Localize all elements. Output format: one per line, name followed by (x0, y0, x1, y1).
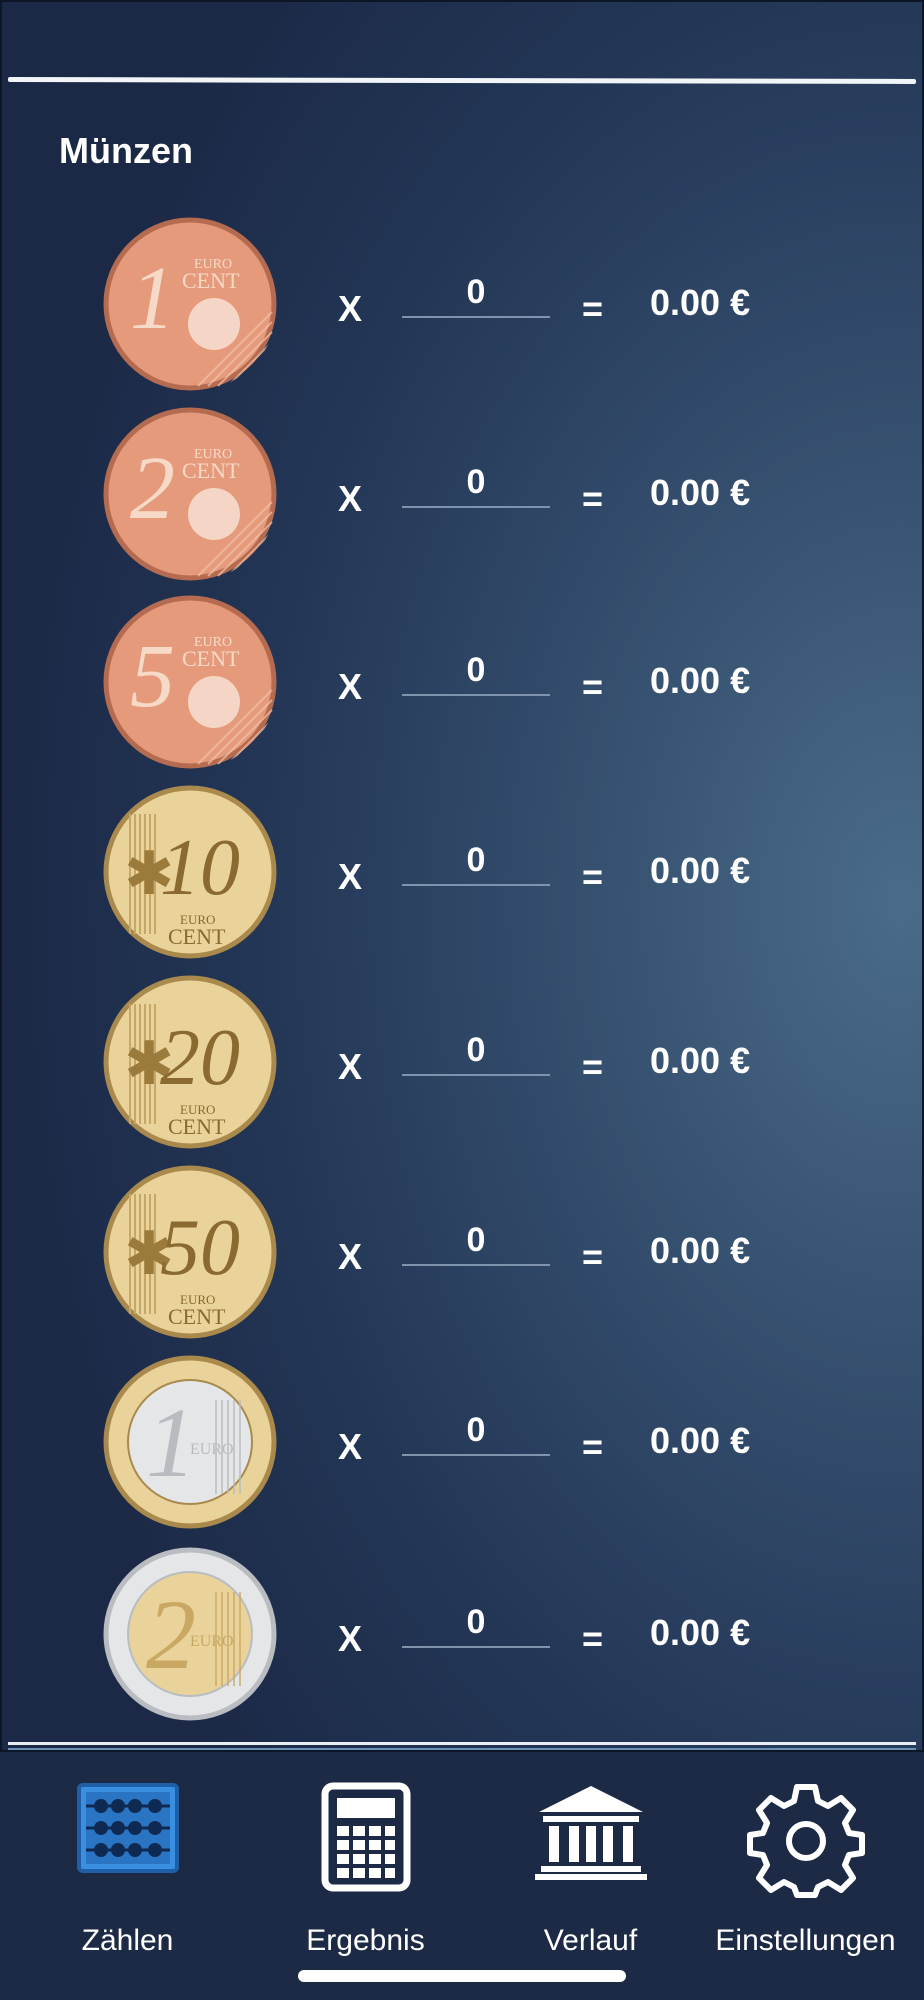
equals-symbol: = (582, 1618, 604, 1659)
bottom-divider-accent (8, 1748, 916, 1750)
coin-subtotal: 0.00 € (650, 1612, 751, 1653)
svg-text:5: 5 (130, 627, 175, 726)
svg-text:CENT: CENT (182, 646, 240, 671)
multiply-symbol: X (338, 478, 363, 519)
coin-subtotal: 0.00 € (650, 472, 751, 513)
coin-50-cent-icon: ✱ 50 EURO CENT (102, 1164, 278, 1340)
top-divider (7, 77, 917, 84)
quantity-input[interactable] (402, 1026, 550, 1076)
tab-einstellungen[interactable]: Einstellungen (690, 1782, 921, 1962)
multiply-symbol: X (338, 1236, 363, 1277)
bottom-divider (8, 1742, 916, 1745)
svg-text:2: 2 (130, 439, 175, 538)
coin-2-euro-icon: 2 EURO (102, 1546, 278, 1722)
coin-1-cent-icon: 1 EURO CENT (102, 216, 278, 392)
gear-icon (746, 1782, 865, 1905)
coin-row: 5EUROCENT X = 0.00 € (2, 590, 924, 770)
coin-10-cent-icon: ✱ 10 EURO CENT (102, 784, 278, 960)
screen-background: Münzen 1EUROCENTX=0.00 €2EUROCENTX=0.00 … (0, 0, 924, 1752)
multiply-symbol: X (338, 1426, 363, 1467)
svg-text:CENT: CENT (182, 458, 240, 483)
multiply-symbol: X (338, 1618, 363, 1659)
svg-text:1: 1 (146, 1387, 196, 1498)
section-title: Münzen (59, 130, 193, 171)
coin-subtotal: 0.00 € (650, 282, 751, 323)
coin-subtotal: 0.00 € (650, 1230, 751, 1271)
coin-row: 1EURO X = 0.00 € (2, 1350, 924, 1530)
equals-symbol: = (582, 1236, 604, 1277)
coin-row: ✱10EUROCENT X = 0.00 € (2, 780, 924, 960)
multiply-symbol: X (338, 1046, 363, 1087)
coin-row: 1EUROCENT X = 0.00 € (2, 212, 924, 392)
svg-text:2: 2 (146, 1579, 196, 1690)
tab-ergebnis[interactable]: Ergebnis (250, 1782, 481, 1962)
quantity-input[interactable] (402, 268, 550, 318)
equals-symbol: = (582, 666, 604, 707)
quantity-input[interactable] (402, 1406, 550, 1456)
coin-5-cent-icon: 5 EURO CENT (102, 594, 278, 770)
coin-subtotal: 0.00 € (650, 1420, 751, 1461)
svg-text:CENT: CENT (168, 1304, 226, 1329)
tab-bar: Zählen Ergebnis Verlauf Einstellungen (0, 1752, 924, 2000)
coin-2-cent-icon: 2 EURO CENT (102, 406, 278, 582)
quantity-input[interactable] (402, 836, 550, 886)
coin-subtotal: 0.00 € (650, 1040, 751, 1081)
svg-text:20: 20 (160, 1014, 240, 1102)
svg-text:50: 50 (160, 1204, 240, 1292)
tab-label-ergebnis: Ergebnis (306, 1924, 425, 1957)
svg-text:1: 1 (130, 249, 175, 348)
tab-label-einstellungen: Einstellungen (715, 1924, 896, 1957)
bank-icon (533, 1782, 649, 1887)
multiply-symbol: X (338, 288, 363, 329)
svg-text:CENT: CENT (182, 268, 240, 293)
multiply-symbol: X (338, 856, 363, 897)
quantity-input[interactable] (402, 1216, 550, 1266)
equals-symbol: = (582, 1426, 604, 1467)
abacus-icon (76, 1782, 180, 1879)
svg-text:CENT: CENT (168, 924, 226, 949)
quantity-input[interactable] (402, 646, 550, 696)
tab-verlauf[interactable]: Verlauf (475, 1782, 706, 1962)
home-indicator (298, 1970, 626, 1982)
coin-row: 2EUROCENT X = 0.00 € (2, 402, 924, 582)
svg-text:CENT: CENT (168, 1114, 226, 1139)
coin-1-euro-icon: 1 EURO (102, 1354, 278, 1530)
tab-label-zaehlen: Zählen (81, 1924, 174, 1957)
equals-symbol: = (582, 856, 604, 897)
quantity-input[interactable] (402, 1598, 550, 1648)
coin-row: ✱20EUROCENT X = 0.00 € (2, 970, 924, 1150)
multiply-symbol: X (338, 666, 363, 707)
equals-symbol: = (582, 1046, 604, 1087)
coin-row: 2EURO X = 0.00 € (2, 1542, 924, 1722)
coin-row: ✱50EUROCENT X = 0.00 € (2, 1160, 924, 1340)
coin-subtotal: 0.00 € (650, 850, 751, 891)
equals-symbol: = (582, 288, 604, 329)
tab-zaehlen[interactable]: Zählen (12, 1782, 243, 1962)
quantity-input[interactable] (402, 458, 550, 508)
svg-text:10: 10 (160, 824, 240, 912)
calculator-icon (321, 1782, 411, 1897)
coin-subtotal: 0.00 € (650, 660, 751, 701)
tab-label-verlauf: Verlauf (543, 1924, 638, 1957)
equals-symbol: = (582, 478, 604, 519)
coin-20-cent-icon: ✱ 20 EURO CENT (102, 974, 278, 1150)
